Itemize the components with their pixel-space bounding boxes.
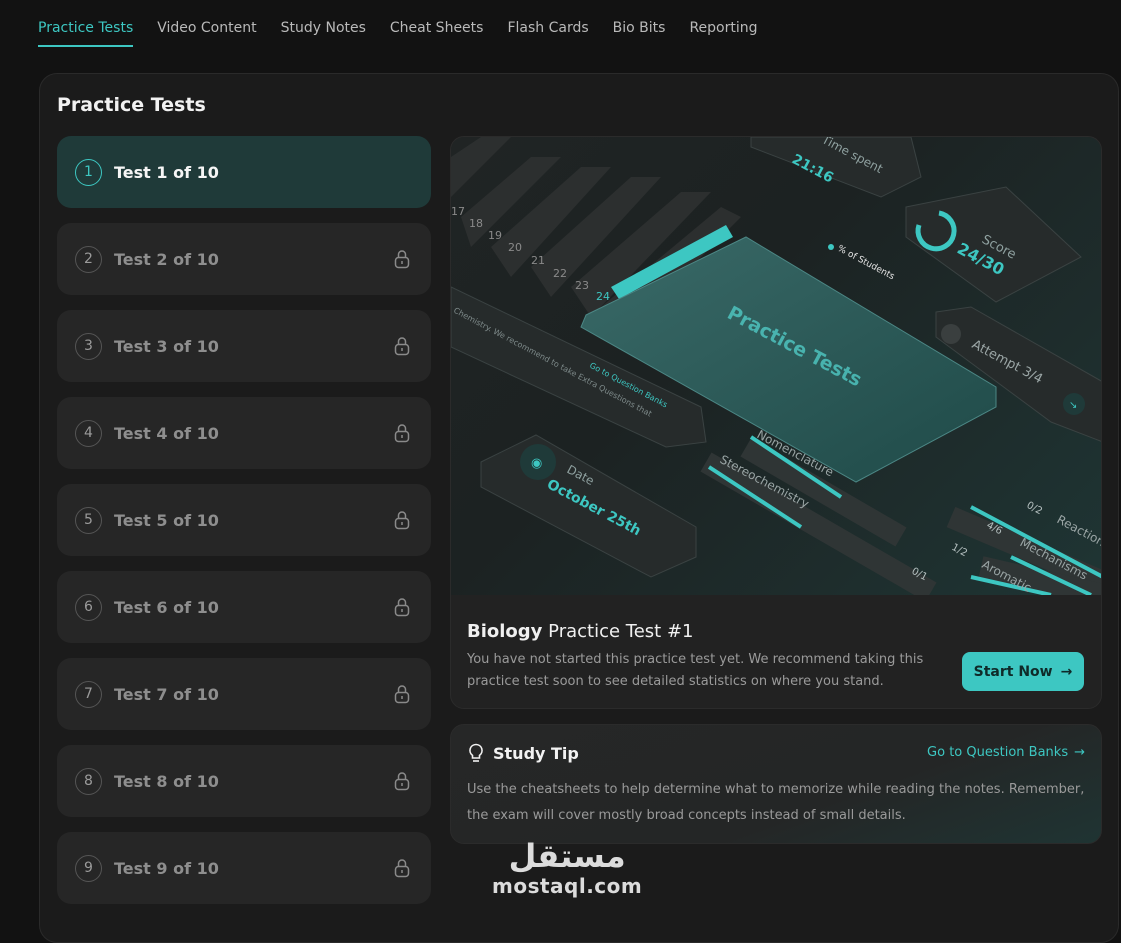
test-item-2[interactable]: 2 Test 2 of 10 <box>57 223 431 295</box>
test-number-badge: 7 <box>75 680 102 708</box>
axis-number: 22 <box>553 267 567 280</box>
test-item-7[interactable]: 7 Test 7 of 10 <box>57 658 431 730</box>
test-card: 21:16 Time spent Score 24/30 % of Studen… <box>450 136 1102 709</box>
axis-number: 20 <box>508 241 522 254</box>
arrow-right-icon: → <box>1060 663 1073 680</box>
test-label: Test 7 of 10 <box>114 684 219 704</box>
lock-icon <box>394 337 410 356</box>
axis-number: 24 <box>596 290 610 303</box>
study-tip-header: Study Tip <box>467 743 579 763</box>
lightbulb-icon <box>469 743 483 762</box>
calendar-icon: ◉ <box>531 456 542 471</box>
test-item-4[interactable]: 4 Test 4 of 10 <box>57 397 431 469</box>
study-tip-card: Study Tip Go to Question Banks → Use the… <box>450 724 1102 844</box>
test-number-badge: 3 <box>75 332 102 360</box>
top-nav-tabs: Practice Tests Video Content Study Notes… <box>38 20 758 47</box>
test-label: Test 9 of 10 <box>114 858 219 878</box>
test-label: Test 2 of 10 <box>114 249 219 269</box>
test-label: Test 4 of 10 <box>114 423 219 443</box>
test-number-badge: 9 <box>75 854 102 882</box>
lock-icon <box>394 685 410 704</box>
tab-cheat-sheets[interactable]: Cheat Sheets <box>390 20 484 47</box>
start-now-button[interactable]: Start Now → <box>962 652 1084 691</box>
time-card: 21:16 Time spent <box>750 137 922 198</box>
test-number-badge: 4 <box>75 419 102 447</box>
card-description: You have not started this practice test … <box>467 652 924 689</box>
arrow-right-icon: → <box>1074 745 1085 760</box>
card-subject: Biology <box>467 621 543 642</box>
test-number-badge: 2 <box>75 245 102 273</box>
card-title-rest: Practice Test #1 <box>548 621 694 642</box>
tab-bio-bits[interactable]: Bio Bits <box>613 20 666 47</box>
watermark-latin: mostaql.com <box>492 874 643 898</box>
test-item-9[interactable]: 9 Test 9 of 10 <box>57 832 431 904</box>
panel-title: Practice Tests <box>57 94 206 116</box>
isometric-dashboard-illustration: 21:16 Time spent Score 24/30 % of Studen… <box>451 137 1102 595</box>
practice-tests-panel: Practice Tests 1 Test 1 of 10 2 Test 2 o… <box>39 73 1119 943</box>
tab-video-content[interactable]: Video Content <box>157 20 256 47</box>
test-number-badge: 1 <box>75 158 102 186</box>
study-tip-title: Study Tip <box>493 743 579 763</box>
lock-icon <box>394 511 410 530</box>
lock-icon <box>394 598 410 617</box>
axis-number: 21 <box>531 254 545 267</box>
students-legend: % of Students <box>828 244 897 283</box>
students-label: % of Students <box>836 244 897 283</box>
card-title: Biology Practice Test #1 <box>467 621 693 642</box>
study-tip-text: Use the cheatsheets to help determine wh… <box>467 782 1085 823</box>
axis-number: 23 <box>575 279 589 292</box>
lock-icon <box>394 859 410 878</box>
test-item-8[interactable]: 8 Test 8 of 10 <box>57 745 431 817</box>
test-item-5[interactable]: 5 Test 5 of 10 <box>57 484 431 556</box>
test-number-badge: 8 <box>75 767 102 795</box>
fraction-label: 1/2 <box>950 542 969 559</box>
test-label: Test 6 of 10 <box>114 597 219 617</box>
axis-number: 19 <box>488 229 502 242</box>
watermark-logo: مستقل mostaql.com <box>492 838 642 898</box>
test-item-6[interactable]: 6 Test 6 of 10 <box>57 571 431 643</box>
axis-number: 18 <box>469 217 483 230</box>
go-to-question-banks-link[interactable]: Go to Question Banks → <box>927 745 1085 760</box>
test-label: Test 8 of 10 <box>114 771 219 791</box>
test-label: Test 3 of 10 <box>114 336 219 356</box>
lock-icon <box>394 250 410 269</box>
axis-number: 17 <box>451 205 465 218</box>
question-banks-link-label: Go to Question Banks <box>927 745 1069 760</box>
test-label: Test 5 of 10 <box>114 510 219 530</box>
tab-reporting[interactable]: Reporting <box>689 20 757 47</box>
hero-illustration: 21:16 Time spent Score 24/30 % of Studen… <box>451 137 1102 595</box>
test-number-badge: 6 <box>75 593 102 621</box>
tab-study-notes[interactable]: Study Notes <box>281 20 366 47</box>
date-card: ◉ Date October 25th <box>480 434 697 578</box>
test-item-1[interactable]: 1 Test 1 of 10 <box>57 136 431 208</box>
test-label: Test 1 of 10 <box>114 162 219 182</box>
arrow-icon: ↘ <box>1069 400 1077 411</box>
test-item-3[interactable]: 3 Test 3 of 10 <box>57 310 431 382</box>
fraction-label: 0/2 <box>1025 500 1044 517</box>
score-card: Score 24/30 <box>905 186 1082 303</box>
tab-flash-cards[interactable]: Flash Cards <box>507 20 588 47</box>
test-list: 1 Test 1 of 10 2 Test 2 of 10 3 Test 3 o… <box>57 136 431 919</box>
watermark-arabic: مستقل <box>508 837 626 875</box>
test-number-badge: 5 <box>75 506 102 534</box>
start-now-label: Start Now <box>973 663 1053 680</box>
topic-label: Reactions <box>1055 512 1102 552</box>
lock-icon <box>394 772 410 791</box>
tab-practice-tests[interactable]: Practice Tests <box>38 20 134 47</box>
lock-icon <box>394 424 410 443</box>
